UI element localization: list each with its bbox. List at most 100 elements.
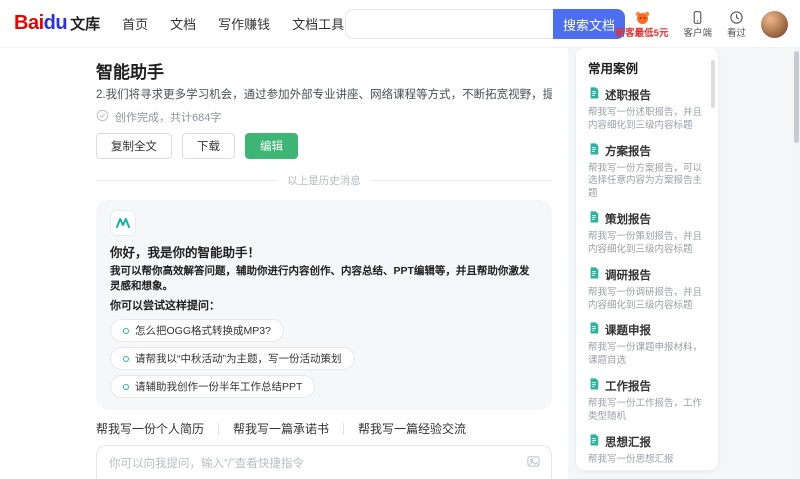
message-composer xyxy=(96,445,552,479)
case-desc: 帮我写一份调研报告，并且内容细化到三级内容标题 xyxy=(588,286,703,311)
assistant-greeting: 你好，我是你的智能助手！ xyxy=(110,246,261,260)
case-desc: 帮我写一份策划报告，并且内容细化到三级内容标题 xyxy=(588,231,703,255)
case-desc: 帮我写一份方案报告，可以选择任意内容为方案报告主题 xyxy=(588,162,703,200)
nav-item-docs[interactable]: 文档 xyxy=(170,14,196,33)
case-desc: 帮我写一份工作报告，工作类型随机 xyxy=(588,397,703,422)
clock-icon xyxy=(729,10,744,28)
common-cases-panel: 常用案例 述职报告 帮我写一份述职报告，并且内容细化到三级内容标题 方案报告 帮… xyxy=(576,48,718,470)
client-label: 客户端 xyxy=(683,27,712,39)
case-desc: 帮我写一份述职报告，并且内容细化到三级内容标题 xyxy=(588,107,703,131)
case-head: 工作报告 xyxy=(588,377,704,395)
client-download[interactable]: 客户端 xyxy=(683,10,712,38)
logo-bai: Bai xyxy=(14,12,44,34)
assistant-message-bubble: 你好，我是你的智能助手！ 我可以帮你高效解答问题，辅助你进行内容创作、内容总结、… xyxy=(96,200,552,411)
quick-suggestions: 帮我写一份个人简历 帮我写一篇承诺书 帮我写一篇经验交流 xyxy=(96,420,552,437)
divider-line-left xyxy=(96,180,278,181)
case-desc: 帮我写一份课题申报材料，课题自选 xyxy=(588,342,703,367)
nav-item-home[interactable]: 首页 xyxy=(122,14,148,33)
case-title: 工作报告 xyxy=(605,380,651,393)
user-avatar[interactable] xyxy=(761,10,788,38)
case-head: 课题申报 xyxy=(588,321,704,339)
history-clipped-text: 2.我们将寻求更多学习机会，通过参加外部专业讲座、网络课程等方式，不断拓宽视野，… xyxy=(96,89,552,101)
promo-mascot-icon xyxy=(634,10,651,28)
case-title: 方案报告 xyxy=(605,145,651,158)
assistant-hint: 你可以尝试这样提问： xyxy=(110,300,220,313)
case-title: 策划报告 xyxy=(605,214,651,227)
document-icon xyxy=(588,321,600,339)
example-question-3-label: 请辅助我创作一份半年工作总结PPT xyxy=(135,381,303,394)
document-icon xyxy=(588,142,600,160)
case-item-research-report[interactable]: 调研报告 帮我写一份调研报告，并且内容细化到三级内容标题 xyxy=(588,266,704,313)
case-desc: 帮我写一份思想汇报 xyxy=(588,453,674,465)
case-title: 述职报告 xyxy=(605,90,651,102)
image-icon[interactable] xyxy=(526,454,541,474)
logo-du: du xyxy=(43,12,68,34)
case-head: 思想汇报 xyxy=(588,433,704,451)
page-scrollbar-track[interactable] xyxy=(793,48,800,479)
phone-icon xyxy=(690,10,705,28)
example-question-1[interactable]: 怎么把OGG格式转换成MP3? xyxy=(110,319,284,343)
case-title: 调研报告 xyxy=(605,269,651,282)
check-circle-icon xyxy=(96,109,109,125)
case-title: 思想汇报 xyxy=(605,436,651,449)
case-item-thought-report[interactable]: 思想汇报 帮我写一份思想汇报 xyxy=(588,433,704,467)
teal-dot-icon xyxy=(123,327,129,334)
search-input[interactable] xyxy=(345,9,553,39)
page-scrollbar-thumb[interactable] xyxy=(794,51,799,143)
case-head: 述职报告 xyxy=(588,86,704,104)
example-questions: 怎么把OGG格式转换成MP3? 请帮我以“中秋活动”为主题，写一份活动策划 请辅… xyxy=(110,319,538,399)
document-icon xyxy=(588,266,600,284)
common-cases-title: 常用案例 xyxy=(588,62,639,76)
suggestion-separator xyxy=(343,422,345,435)
nav-item-earn[interactable]: 写作赚钱 xyxy=(218,14,270,33)
sidebar-scrollbar[interactable] xyxy=(711,60,715,108)
navbar-right: 新客最低5元 客户端 看过 xyxy=(616,3,788,45)
screen: Bai du 文库 首页 文档 写作赚钱 文档工具 更多 搜索文档 新客最低5元 xyxy=(0,0,800,479)
suggestion-experience[interactable]: 帮我写一篇经验交流 xyxy=(358,420,466,437)
history-divider: 以上是历史消息 xyxy=(96,173,552,188)
example-question-2[interactable]: 请帮我以“中秋活动”为主题，写一份活动策划 xyxy=(110,347,355,371)
example-question-1-label: 怎么把OGG格式转换成MP3? xyxy=(135,325,271,338)
suggestion-resume[interactable]: 帮我写一份个人简历 xyxy=(96,420,204,437)
search-bar: 搜索文档 xyxy=(345,9,625,39)
result-actions: 复制全文 下载 编辑 xyxy=(96,133,552,159)
case-title: 课题申报 xyxy=(605,325,651,338)
message-input[interactable] xyxy=(109,455,517,479)
promo-label: 新客最低5元 xyxy=(615,27,669,39)
assistant-intro: 我可以帮你高效解答问题，辅助你进行内容创作、内容总结、PPT编辑等，并且帮助你激… xyxy=(110,265,530,293)
document-icon xyxy=(588,86,600,104)
document-icon xyxy=(588,377,600,395)
case-head: 调研报告 xyxy=(588,266,704,284)
assistant-avatar xyxy=(110,210,136,236)
copy-all-button[interactable]: 复制全文 xyxy=(96,133,172,159)
case-item-debriefing-report[interactable]: 述职报告 帮我写一份述职报告，并且内容细化到三级内容标题 xyxy=(588,86,704,133)
teal-dot-icon xyxy=(123,355,129,362)
viewed-label: 看过 xyxy=(726,27,746,39)
divider-line-right xyxy=(370,180,552,181)
case-head: 策划报告 xyxy=(588,210,704,228)
edit-button[interactable]: 编辑 xyxy=(245,133,298,159)
suggestion-separator xyxy=(218,422,220,435)
suggestion-commitment[interactable]: 帮我写一篇承诺书 xyxy=(233,420,329,437)
search-button[interactable]: 搜索文档 xyxy=(553,9,625,39)
logo-product: 文库 xyxy=(70,16,101,33)
case-item-project-application[interactable]: 课题申报 帮我写一份课题申报材料，课题自选 xyxy=(588,321,704,368)
nav-item-tools[interactable]: 文档工具 xyxy=(292,14,344,33)
example-question-3[interactable]: 请辅助我创作一份半年工作总结PPT xyxy=(110,375,316,399)
history-divider-label: 以上是历史消息 xyxy=(287,175,361,187)
document-icon xyxy=(588,433,600,451)
download-button[interactable]: 下载 xyxy=(182,133,235,159)
new-user-promo[interactable]: 新客最低5元 xyxy=(615,10,669,39)
case-item-work-report[interactable]: 工作报告 帮我写一份工作报告，工作类型随机 xyxy=(588,377,704,424)
case-head: 方案报告 xyxy=(588,142,704,160)
viewed-history[interactable]: 看过 xyxy=(727,10,746,38)
teal-dot-icon xyxy=(123,383,129,390)
baidu-wenku-logo[interactable]: Bai du 文库 xyxy=(14,12,100,35)
case-item-plan-report[interactable]: 方案报告 帮我写一份方案报告，可以选择任意内容为方案报告主题 xyxy=(588,142,704,201)
creation-status: 创作完成，共计684字 xyxy=(96,109,552,125)
creation-status-text: 创作完成，共计684字 xyxy=(115,112,222,124)
top-navbar: Bai du 文库 首页 文档 写作赚钱 文档工具 更多 搜索文档 新客最低5元 xyxy=(0,0,800,48)
case-item-planning-report[interactable]: 策划报告 帮我写一份策划报告，并且内容细化到三级内容标题 xyxy=(588,210,704,257)
example-question-2-label: 请帮我以“中秋活动”为主题，写一份活动策划 xyxy=(135,353,342,366)
document-icon xyxy=(588,210,600,228)
